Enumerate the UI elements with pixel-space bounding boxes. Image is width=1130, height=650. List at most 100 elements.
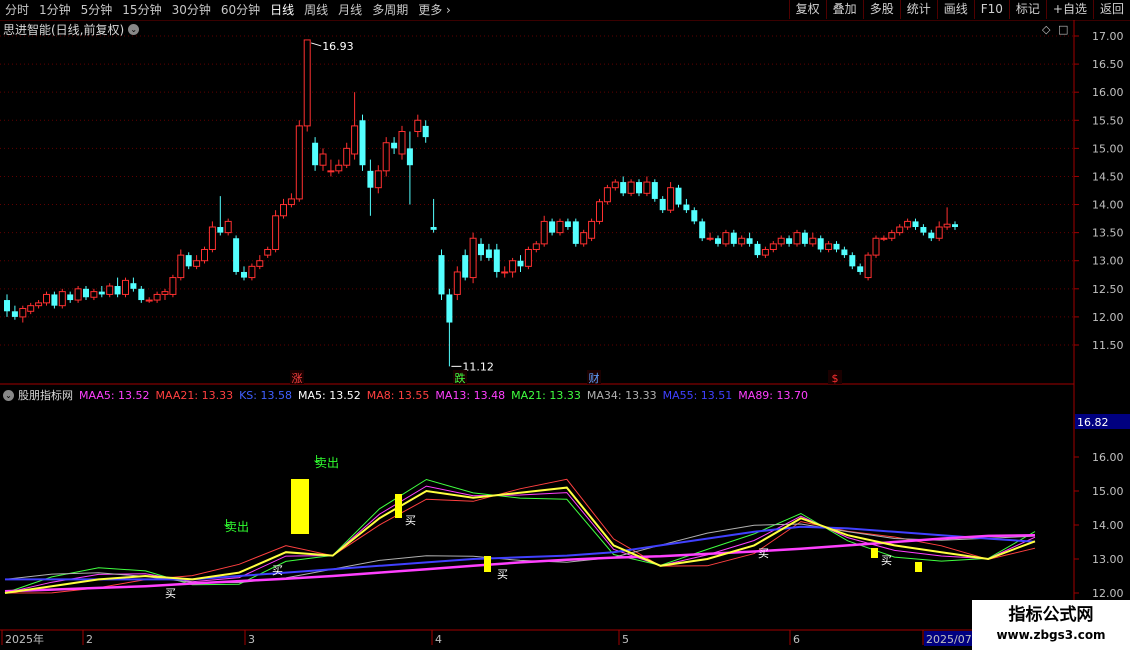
low-price-label: 11.12 <box>462 360 494 373</box>
candle-body <box>596 201 603 222</box>
candle-body <box>833 243 840 250</box>
candle-body <box>27 305 35 312</box>
candle-body <box>343 147 351 166</box>
candle-body <box>430 227 437 230</box>
candle-body <box>667 187 675 211</box>
candle-body <box>4 300 10 312</box>
candle-body <box>532 243 540 250</box>
candle-body <box>857 266 864 272</box>
candle-body <box>636 182 642 194</box>
event-marker: $ <box>832 372 839 385</box>
candle-body <box>841 249 848 256</box>
candle-body <box>130 283 137 289</box>
candle-body <box>233 238 240 272</box>
x-tick-label: 3 <box>248 633 255 646</box>
candle-body <box>106 285 114 295</box>
candle-body <box>730 232 737 244</box>
candle-body <box>224 220 232 234</box>
event-marker: 跌 <box>455 371 466 385</box>
candle-body <box>564 221 571 228</box>
candle-body <box>588 220 596 239</box>
candle-body <box>446 294 453 323</box>
candle-body <box>414 119 422 133</box>
candle-body <box>524 248 532 267</box>
candle-body <box>501 271 509 274</box>
candle-body <box>287 198 295 206</box>
y-tick-label: 14.50 <box>1092 170 1124 183</box>
candle-body <box>51 294 58 306</box>
candle-body <box>801 232 808 244</box>
candle-body <box>391 142 398 149</box>
candle-body <box>540 220 548 245</box>
candle-body <box>603 187 611 203</box>
candle-body <box>208 226 216 250</box>
candle-body <box>825 243 833 250</box>
candle-body <box>643 181 651 194</box>
y-tick-label: 13.50 <box>1092 227 1124 240</box>
x-tick-label: 5 <box>622 633 629 646</box>
candle-body <box>83 288 89 298</box>
candle-body <box>327 170 335 173</box>
x-tick-label: 6 <box>793 633 800 646</box>
candle-body <box>478 243 484 256</box>
candle-body <box>809 237 817 245</box>
y-tick-label: 13.00 <box>1092 255 1124 268</box>
candle-body <box>683 204 690 211</box>
sub-y-tick-label: 16.00 <box>1092 451 1124 464</box>
candlestick-chart[interactable]: 17.00 16.50 16.00 15.50 15.00 14.50 14.00 13.50… <box>0 0 1130 650</box>
candle-body <box>935 226 943 239</box>
candle-body <box>517 260 524 267</box>
sub-y-tick-label: 12.00 <box>1092 587 1124 600</box>
candle-body <box>556 220 564 234</box>
candle-body <box>185 255 192 267</box>
candle-body <box>367 170 374 188</box>
signal-block <box>291 479 309 534</box>
watermark-title: 指标公式网 <box>1008 605 1094 625</box>
candle-body <box>580 232 588 245</box>
candle-body <box>888 232 896 239</box>
candle-body <box>754 243 761 256</box>
candle-body <box>406 148 413 166</box>
sub-y-tick-label: 13.00 <box>1092 553 1124 566</box>
sell-arrow-icon: ↓ <box>312 453 321 466</box>
candle-body <box>264 248 272 256</box>
candle-body <box>98 291 105 295</box>
candle-body <box>241 271 247 278</box>
candle-body <box>145 299 153 302</box>
x-tick-label: 2025/07 <box>926 633 972 646</box>
candle-body <box>438 255 445 295</box>
candle-body <box>11 311 18 317</box>
ma5-line <box>4 486 1036 594</box>
candle-body <box>943 223 951 228</box>
x-tick-label: 4 <box>435 633 442 646</box>
candle-body <box>398 131 406 155</box>
candle-body <box>422 125 429 138</box>
event-marker: 涨 <box>292 372 303 385</box>
x-tick-label: 2025年 <box>5 632 44 646</box>
y-tick-label: 15.50 <box>1092 114 1124 127</box>
candle-body <box>928 232 935 239</box>
candle-body <box>193 260 201 267</box>
y-tick-label: 16.00 <box>1092 86 1124 99</box>
candle-body <box>335 164 343 172</box>
candle-body <box>114 286 121 295</box>
watermark-url: www.zbgs3.com <box>996 628 1106 642</box>
high-pointer <box>311 42 322 47</box>
candle-body <box>509 260 517 273</box>
candle-body <box>722 232 730 245</box>
candle-body <box>248 265 256 279</box>
candle-body <box>572 221 579 244</box>
sub-y-tick-label: 15.00 <box>1092 485 1124 498</box>
candle-body <box>161 291 169 295</box>
candle-body <box>469 237 477 279</box>
signal-block <box>395 494 402 518</box>
candle-body <box>761 248 769 256</box>
candle-body <box>462 255 469 278</box>
candle-body <box>817 238 824 250</box>
candle-body <box>67 294 74 301</box>
y-tick-label: 16.50 <box>1092 58 1124 71</box>
buy-signal-label: 买 <box>758 547 769 560</box>
candle-body <box>738 237 746 245</box>
candle-body <box>319 153 327 166</box>
candle-body <box>295 125 303 200</box>
